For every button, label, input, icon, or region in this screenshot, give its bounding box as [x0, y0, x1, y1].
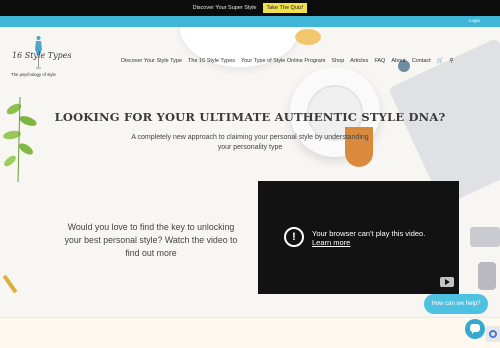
login-link[interactable]: Login — [469, 18, 480, 23]
promo-text: Discover Your Super Style — [192, 5, 257, 11]
main-nav: Discover Your Style Type The 16 Style Ty… — [121, 58, 454, 64]
learn-more-link[interactable]: Learn more — [312, 238, 350, 247]
search-icon[interactable]: ⚲ — [450, 58, 454, 64]
logo-title: 16 Style Types — [12, 51, 72, 60]
site-logo[interactable]: 16 Style Types The psychology of style — [8, 35, 72, 79]
nav-shop[interactable]: Shop — [331, 58, 344, 64]
pencil-image — [2, 274, 18, 294]
top-bar: Login — [0, 16, 500, 27]
hero-headline: LOOKING FOR YOUR ULTIMATE AUTHENTIC STYL… — [54, 110, 446, 124]
nav-faq[interactable]: FAQ — [374, 58, 385, 64]
binder-clip-image — [470, 227, 500, 247]
next-section — [0, 317, 500, 348]
plant-leaves-image — [3, 96, 37, 183]
pastry-image — [295, 29, 321, 45]
nav-about[interactable]: About — [391, 58, 405, 64]
chat-icon[interactable] — [465, 319, 485, 339]
nav-16-style-types[interactable]: The 16 Style Types — [188, 58, 235, 64]
nav-discover-your-style-type[interactable]: Discover Your Style Type — [121, 58, 182, 64]
recaptcha-icon — [489, 330, 497, 338]
chat-greeting-bubble[interactable]: How can we help? — [424, 294, 488, 314]
take-quiz-button[interactable]: Take The Quiz! — [262, 3, 308, 13]
youtube-icon[interactable] — [440, 277, 454, 287]
cart-icon[interactable]: 🛒 — [437, 58, 444, 64]
warning-icon: ! — [284, 227, 304, 247]
logo-tagline: The psychology of style — [11, 72, 56, 77]
nav-contact[interactable]: Contact — [412, 58, 431, 64]
video-error-message: Your browser can't play this video. — [312, 229, 426, 238]
nav-online-program[interactable]: Your Type of Style Online Program — [241, 58, 325, 64]
hero-subhead: A completely new approach to claiming yo… — [131, 134, 369, 151]
hero-question: Would you love to find the key to unlock… — [64, 222, 238, 258]
binder-clip-image — [478, 262, 496, 290]
nav-articles[interactable]: Articles — [350, 58, 368, 64]
promo-bar: Discover Your Super Style Take The Quiz! — [0, 0, 500, 16]
